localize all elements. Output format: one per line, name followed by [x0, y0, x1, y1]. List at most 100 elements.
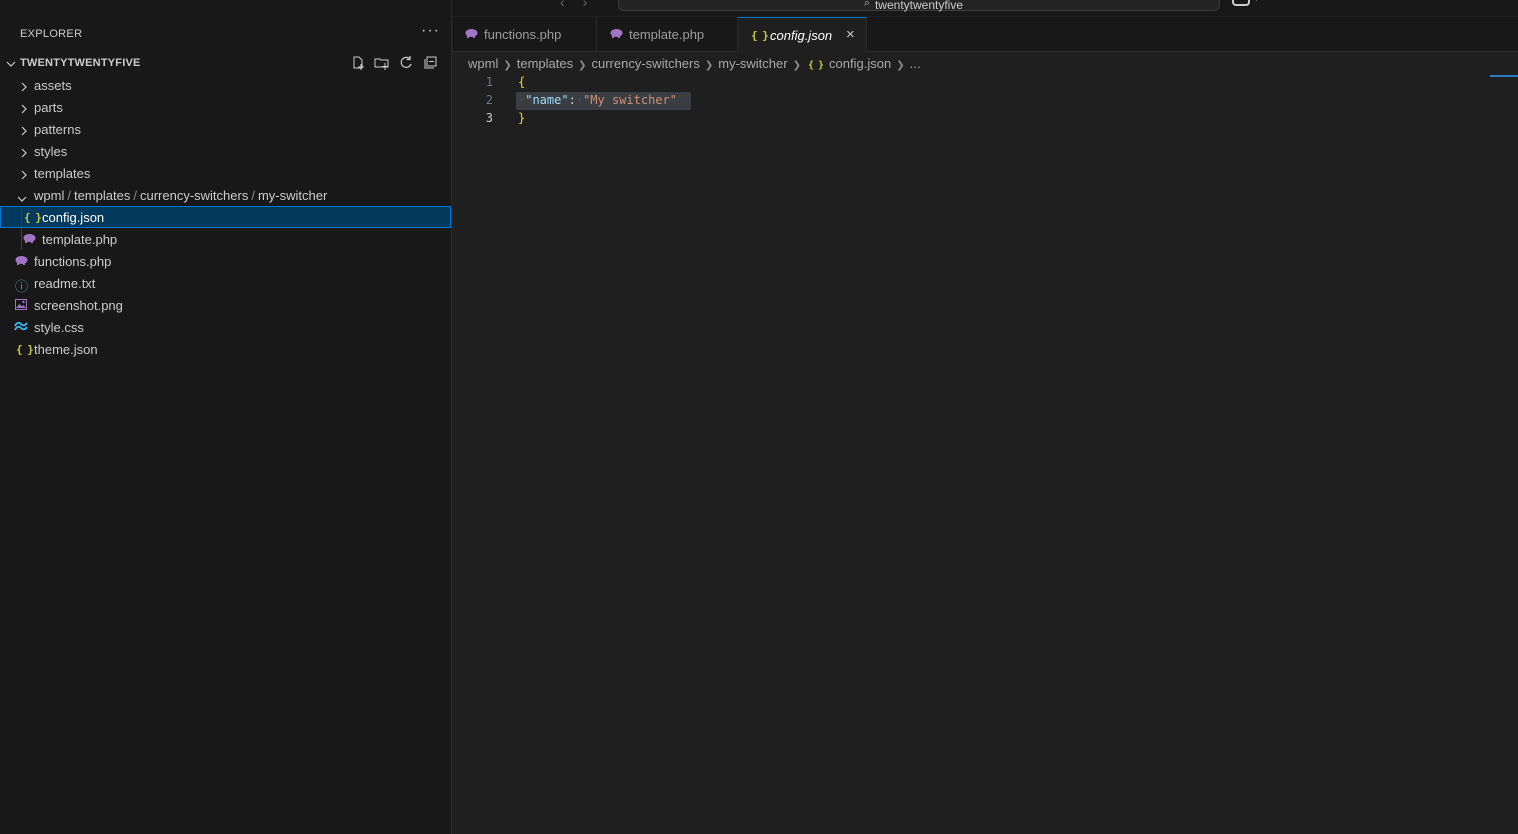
chevron-right-icon — [20, 168, 28, 183]
path-segment[interactable]: my-switcher — [258, 188, 327, 203]
copilot-icon[interactable] — [1232, 0, 1250, 6]
tree-item-label: style.css — [34, 320, 84, 335]
tree-item-label: readme.txt — [34, 276, 96, 291]
php-icon — [610, 28, 623, 41]
tree-file-readme-txt[interactable]: ⓘ readme.txt — [0, 272, 451, 294]
whitespace-marker: · — [575, 93, 584, 107]
nav-back-icon[interactable]: ‹ — [560, 0, 583, 10]
line-number: 2 — [485, 93, 493, 107]
tree-folder-templates[interactable]: templates — [0, 162, 451, 184]
chevron-right-icon — [20, 146, 28, 161]
tree-file-functions-php[interactable]: functions.php — [0, 250, 451, 272]
tree-item-label: parts — [34, 100, 63, 115]
tree-file-screenshot-png[interactable]: screenshot.png — [0, 294, 451, 316]
breadcrumb-item[interactable]: ... — [910, 56, 921, 71]
tree-folder-wpml-my-switcher[interactable]: wpml / templates / currency-switchers / my-swi… — [0, 184, 451, 206]
tree-item-label: styles — [34, 144, 68, 159]
path-separator: / — [251, 188, 255, 203]
chevron-right-icon — [20, 80, 28, 95]
path-segment[interactable]: currency-switchers — [140, 188, 248, 203]
path-segment[interactable]: wpml — [34, 188, 64, 203]
json-icon: { } — [16, 343, 34, 356]
more-actions-icon[interactable]: ··· — [421, 22, 440, 40]
tab-label: template.php — [629, 27, 705, 42]
tree-file-config-json[interactable]: { } config.json — [0, 206, 451, 228]
tree-item-label: functions.php — [34, 254, 112, 269]
code-line-active[interactable]: 3 } — [453, 110, 1453, 128]
tailwind-icon — [14, 321, 28, 334]
chevron-down-icon[interactable]: ▾ — [1254, 0, 1259, 4]
tree-folder-styles[interactable]: styles — [0, 140, 451, 162]
tree-item-label: theme.json — [34, 342, 98, 357]
path-segment[interactable]: templates — [74, 188, 130, 203]
tree-file-theme-json[interactable]: { } theme.json — [0, 338, 451, 360]
chevron-down-icon — [17, 191, 27, 206]
tab-label: config.json — [770, 28, 833, 43]
tree-item-label: assets — [34, 78, 72, 93]
json-colon: : — [568, 93, 576, 107]
json-icon: { } — [24, 211, 42, 224]
code-text: { — [518, 75, 526, 89]
chevron-right-icon — [20, 102, 28, 117]
chevron-down-icon[interactable] — [6, 57, 16, 72]
nav-forward-icon[interactable]: › — [583, 0, 606, 10]
tree-file-template-php[interactable]: template.php — [0, 228, 451, 250]
breadcrumb-item[interactable]: templates — [517, 56, 573, 71]
chevron-right-icon: ❯ — [503, 60, 512, 71]
tree-item-label: screenshot.png — [34, 298, 123, 313]
new-folder-icon[interactable] — [374, 55, 390, 71]
compact-folder-path: wpml / templates / currency-switchers / my-swi… — [34, 188, 327, 203]
php-icon — [465, 28, 478, 41]
tree-item-label: templates — [34, 166, 91, 181]
chevron-right-icon — [20, 124, 28, 139]
php-icon — [23, 233, 36, 246]
tree-folder-parts[interactable]: parts — [0, 96, 451, 118]
minimap-scroll-indicator[interactable] — [1490, 75, 1518, 77]
json-value: "My switcher" — [583, 93, 677, 107]
workspace-root-label: TWENTYTWENTYFIVE — [20, 57, 141, 69]
line-number: 3 — [485, 111, 493, 125]
info-icon: ⓘ — [15, 279, 29, 294]
path-separator: / — [133, 188, 137, 203]
refresh-icon[interactable] — [398, 55, 414, 71]
collapse-all-icon[interactable] — [422, 55, 438, 71]
tab-functions-php[interactable]: functions.php — [453, 17, 597, 52]
code-text: ·"name":·"My switcher" — [518, 93, 677, 107]
indent-guide — [21, 206, 22, 250]
breadcrumb-item[interactable]: currency-switchers — [592, 56, 700, 71]
tab-label: functions.php — [484, 27, 562, 42]
json-icon: { } — [751, 29, 769, 42]
line-number: 1 — [485, 75, 493, 89]
tab-template-php[interactable]: template.php — [597, 17, 738, 52]
path-separator: / — [67, 188, 71, 203]
code-editor[interactable]: 1 { 2 ·"name":·"My switcher" 3 } — [453, 74, 1453, 128]
nav-arrows[interactable]: ‹› — [560, 0, 605, 10]
tree-file-style-css[interactable]: style.css — [0, 316, 451, 338]
code-line[interactable]: 2 ·"name":·"My switcher" — [453, 92, 1453, 110]
breadcrumb-item[interactable]: my-switcher — [718, 56, 787, 71]
workspace-root-row[interactable]: TWENTYTWENTYFIVE — [0, 53, 452, 73]
explorer-title: EXPLORER — [20, 28, 83, 40]
tree-item-label: config.json — [42, 210, 105, 225]
tree-item-label: template.php — [42, 232, 118, 247]
search-icon: ⌕ — [864, 0, 871, 9]
tab-config-json[interactable]: { } config.json × — [738, 17, 867, 52]
image-icon — [15, 299, 27, 313]
breadcrumb-item[interactable]: wpml — [468, 56, 498, 71]
editor-tabs: functions.php template.php { } config.js… — [453, 17, 1518, 52]
close-icon[interactable]: × — [846, 26, 855, 43]
chevron-right-icon: ❯ — [578, 60, 587, 71]
tree-folder-patterns[interactable]: patterns — [0, 118, 451, 140]
new-file-icon[interactable] — [350, 55, 366, 71]
explorer-sidebar: EXPLORER ··· TWENTYTWENTYFIVE assets par… — [0, 0, 452, 834]
breadcrumb: wpml ❯ templates ❯ currency-switchers ❯ my-swi… — [468, 56, 920, 71]
tree-folder-assets[interactable]: assets — [0, 74, 451, 96]
json-icon: { } — [807, 60, 824, 71]
breadcrumb-item[interactable]: config.json — [829, 56, 891, 71]
tree-item-label: patterns — [34, 122, 81, 137]
command-center-text: twentytwentyfive — [874, 0, 964, 12]
command-center-search[interactable]: ⌕ twentytwentyfive — [618, 0, 1220, 12]
php-icon — [15, 255, 28, 268]
code-line[interactable]: 1 { — [453, 74, 1453, 92]
chevron-right-icon: ❯ — [792, 60, 801, 71]
